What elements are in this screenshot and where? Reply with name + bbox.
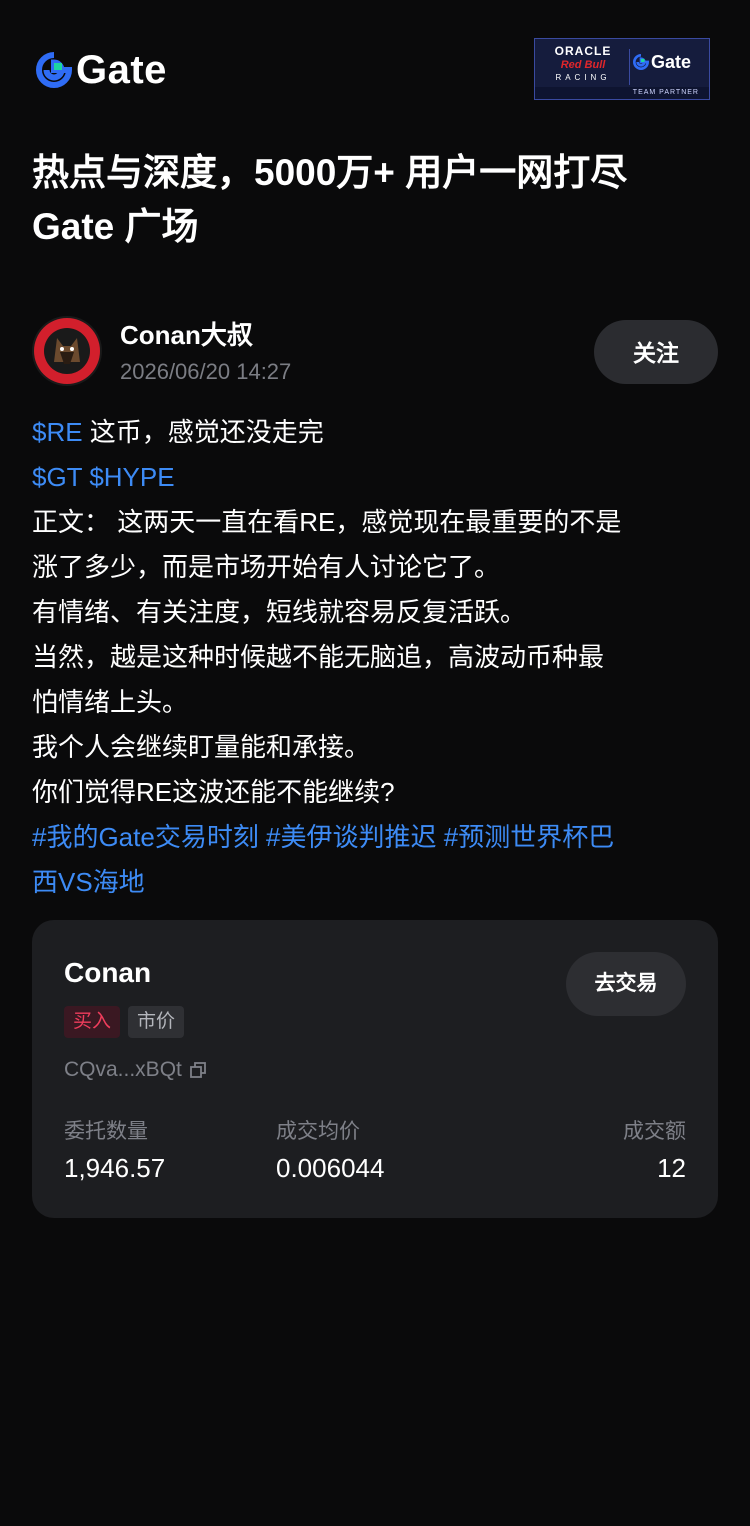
oracle-text: ORACLE <box>554 44 612 58</box>
copy-icon[interactable] <box>188 1060 208 1080</box>
post-text-line: 你们觉得RE这波还能不能继续? <box>32 777 395 807</box>
ticker-tag-re[interactable]: $RE <box>32 417 83 447</box>
stat-turnover: 成交额 12 <box>623 1118 686 1186</box>
stat-order-quantity: 委托数量 1,946.57 <box>64 1118 165 1186</box>
page-headline: 热点与深度，5000万+ 用户一网打尽 Gate 广场 <box>32 146 722 254</box>
stat-value: 12 <box>657 1153 686 1183</box>
oracle-redbull-logo: ORACLE Red Bull RACING <box>541 44 625 84</box>
wallet-address: CQva...xBQt <box>64 1056 208 1084</box>
team-partner-text: TEAM PARTNER <box>535 87 709 99</box>
partner-gate-text: Gate <box>651 52 692 72</box>
logo-text: Gate <box>76 48 167 92</box>
team-partner-badge: ORACLE Red Bull RACING Gate TEAM PARTNER <box>534 38 710 100</box>
order-badges: 买入 市价 <box>64 1006 192 1038</box>
post-text-line: 当然，越是这种时候越不能无脑追，高波动币种最 <box>32 642 605 672</box>
address-text: CQva...xBQt <box>64 1058 182 1081</box>
post-timestamp: 2026/06/20 14:27 <box>120 359 292 384</box>
post-text-line: 正文： 这两天一直在看RE，感觉现在最重要的不是 <box>32 507 622 537</box>
go-trade-button[interactable]: 去交易 <box>566 952 686 1016</box>
headline-line-1: 热点与深度，5000万+ 用户一网打尽 <box>32 152 628 193</box>
redbull-text: Red Bull <box>560 59 606 71</box>
stat-label: 成交均价 <box>276 1120 360 1143</box>
stat-label: 委托数量 <box>64 1120 148 1143</box>
post-text-line: 涨了多少，而是市场开始有人讨论它了。 <box>32 552 501 582</box>
post-body: $RE 这币，感觉还没走完 $GT $HYPE 正文： 这两天一直在看RE，感觉… <box>32 410 718 905</box>
post-text-line: 有情绪、有关注度，短线就容易反复活跃。 <box>32 597 527 627</box>
author-name[interactable]: Conan大叔 <box>120 318 253 352</box>
avatar[interactable] <box>32 316 102 386</box>
stat-value: 0.006044 <box>276 1153 385 1183</box>
post-line: $RE 这币，感觉还没走完 <box>32 410 718 455</box>
follow-button[interactable]: 关注 <box>594 320 718 384</box>
badge-divider <box>629 49 630 85</box>
stat-value: 1,946.57 <box>64 1153 166 1183</box>
racing-text: RACING <box>555 73 611 82</box>
post-text-line: 我个人会继续盯量能和承接。 <box>32 732 371 762</box>
gate-logo-icon <box>36 52 72 88</box>
post-text: 这币，感觉还没走完 <box>82 417 324 447</box>
stat-label: 成交额 <box>623 1120 686 1143</box>
gate-logo[interactable]: Gate <box>36 48 167 92</box>
avatar-dog-icon <box>34 318 100 384</box>
trade-card[interactable]: Conan 去交易 买入 市价 CQva...xBQt 委托数量 1,946.5… <box>32 920 718 1218</box>
headline-line-2: Gate 广场 <box>32 206 199 247</box>
post-text-line: 怕情绪上头。 <box>32 687 189 717</box>
trade-card-name: Conan <box>64 957 152 988</box>
app-header: Gate ORACLE Red Bull RACING Gate TEAM PA… <box>0 0 750 130</box>
gate-logo-small-icon <box>633 54 649 70</box>
market-badge: 市价 <box>128 1006 185 1038</box>
partner-gate-logo: Gate <box>633 52 691 72</box>
buy-badge: 买入 <box>64 1006 121 1038</box>
stat-avg-price: 成交均价 0.006044 <box>276 1118 384 1186</box>
ticker-tags[interactable]: $GT $HYPE <box>32 455 718 500</box>
hashtag-links[interactable]: #我的Gate交易时刻 #美伊谈判推迟 #预测世界杯巴 <box>32 815 718 860</box>
hashtag-links[interactable]: 西VS海地 <box>32 860 718 905</box>
post-author-row: Conan大叔 2026/06/20 14:27 关注 <box>32 316 718 386</box>
